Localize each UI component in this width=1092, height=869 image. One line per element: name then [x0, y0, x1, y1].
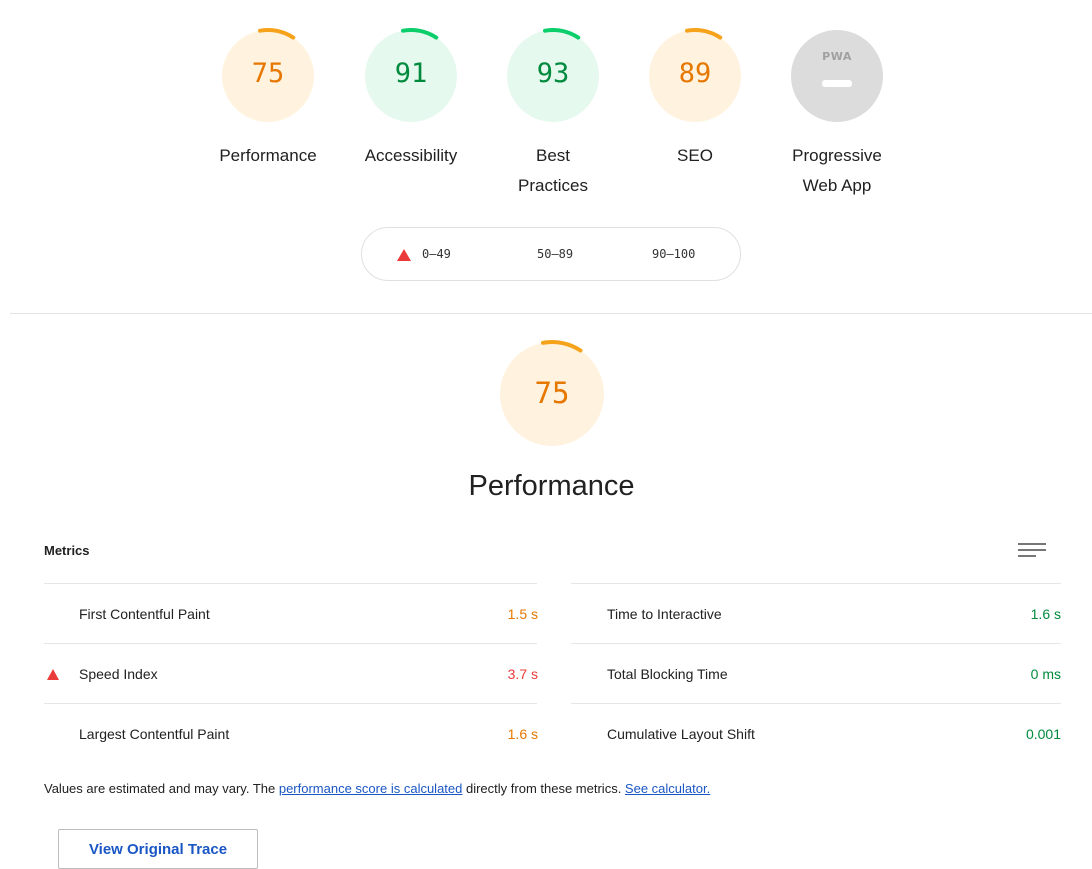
metric-speed-index-label: Speed Index	[79, 666, 158, 682]
seo-score: 89	[678, 58, 712, 89]
metric-lcp-value: 1.6 s	[507, 726, 538, 742]
metric-cls-label: Cumulative Layout Shift	[607, 726, 755, 742]
performance-gauge-large: 75	[498, 340, 606, 448]
footnote-text-middle: directly from these metrics.	[462, 781, 625, 796]
performance-score-large: 75	[534, 376, 570, 410]
footnote-text-start: Values are estimated and may vary. The	[44, 781, 279, 796]
na-dash-icon	[822, 80, 852, 87]
metric-cls-value: 0.001	[1025, 726, 1061, 742]
legend-fail-range: 0–49	[422, 247, 451, 261]
metric-tti-label: Time to Interactive	[607, 606, 722, 622]
fail-triangle-icon	[397, 249, 411, 261]
best-practices-score: 93	[536, 58, 570, 89]
category-label: Performance	[219, 146, 317, 165]
metric-tbt-value: 0 ms	[1030, 666, 1061, 682]
performance-score: 75	[251, 58, 285, 89]
pwa-badge: PWA	[789, 28, 885, 124]
score-scale-legend: 0–49 50–89 90–100	[361, 227, 741, 281]
gauge: 75	[220, 28, 316, 124]
score-calculated-link[interactable]: performance score is calculated	[279, 781, 463, 796]
metric-lcp-label: Largest Contentful Paint	[79, 726, 230, 742]
fail-triangle-icon	[47, 669, 59, 680]
gauge: 91	[363, 28, 459, 124]
gauge: 89	[647, 28, 743, 124]
metric-fcp-value: 1.5 s	[507, 606, 538, 622]
pwa-icon: PWA	[822, 50, 852, 63]
section-divider	[10, 313, 1092, 314]
metrics-footnote: Values are estimated and may vary. The p…	[44, 781, 710, 796]
performance-title: Performance	[468, 470, 635, 502]
category-label: SEO	[677, 146, 713, 165]
category-label: Progressive Web App	[792, 146, 882, 195]
metric-fcp-label: First Contentful Paint	[79, 606, 210, 622]
metric-tti-value: 1.6 s	[1030, 606, 1061, 622]
category-gauge-performance[interactable]: 75 Performance	[198, 28, 338, 171]
category-gauge-accessibility[interactable]: 91 Accessibility	[341, 28, 481, 171]
gauge: 93	[505, 28, 601, 124]
metric-tbt-label: Total Blocking Time	[607, 666, 728, 682]
category-gauge-best-practices[interactable]: 93 Best Practices	[483, 28, 623, 201]
legend-pass-range: 90–100	[652, 247, 696, 261]
see-calculator-link[interactable]: See calculator.	[625, 781, 710, 796]
metrics-header: Metrics	[44, 543, 90, 558]
accessibility-score: 91	[394, 58, 428, 89]
metric-speed-index-value: 3.7 s	[507, 666, 538, 682]
view-original-trace-button[interactable]: View Original Trace	[58, 829, 258, 869]
toggle-view-menu-icon[interactable]	[1018, 543, 1046, 559]
category-gauge-seo[interactable]: 89 SEO	[625, 28, 765, 171]
legend-average-range: 50–89	[537, 247, 574, 261]
category-label: Accessibility	[364, 146, 458, 165]
category-label: Best Practices	[518, 146, 588, 195]
category-gauge-pwa[interactable]: PWA Progressive Web App	[767, 28, 907, 201]
